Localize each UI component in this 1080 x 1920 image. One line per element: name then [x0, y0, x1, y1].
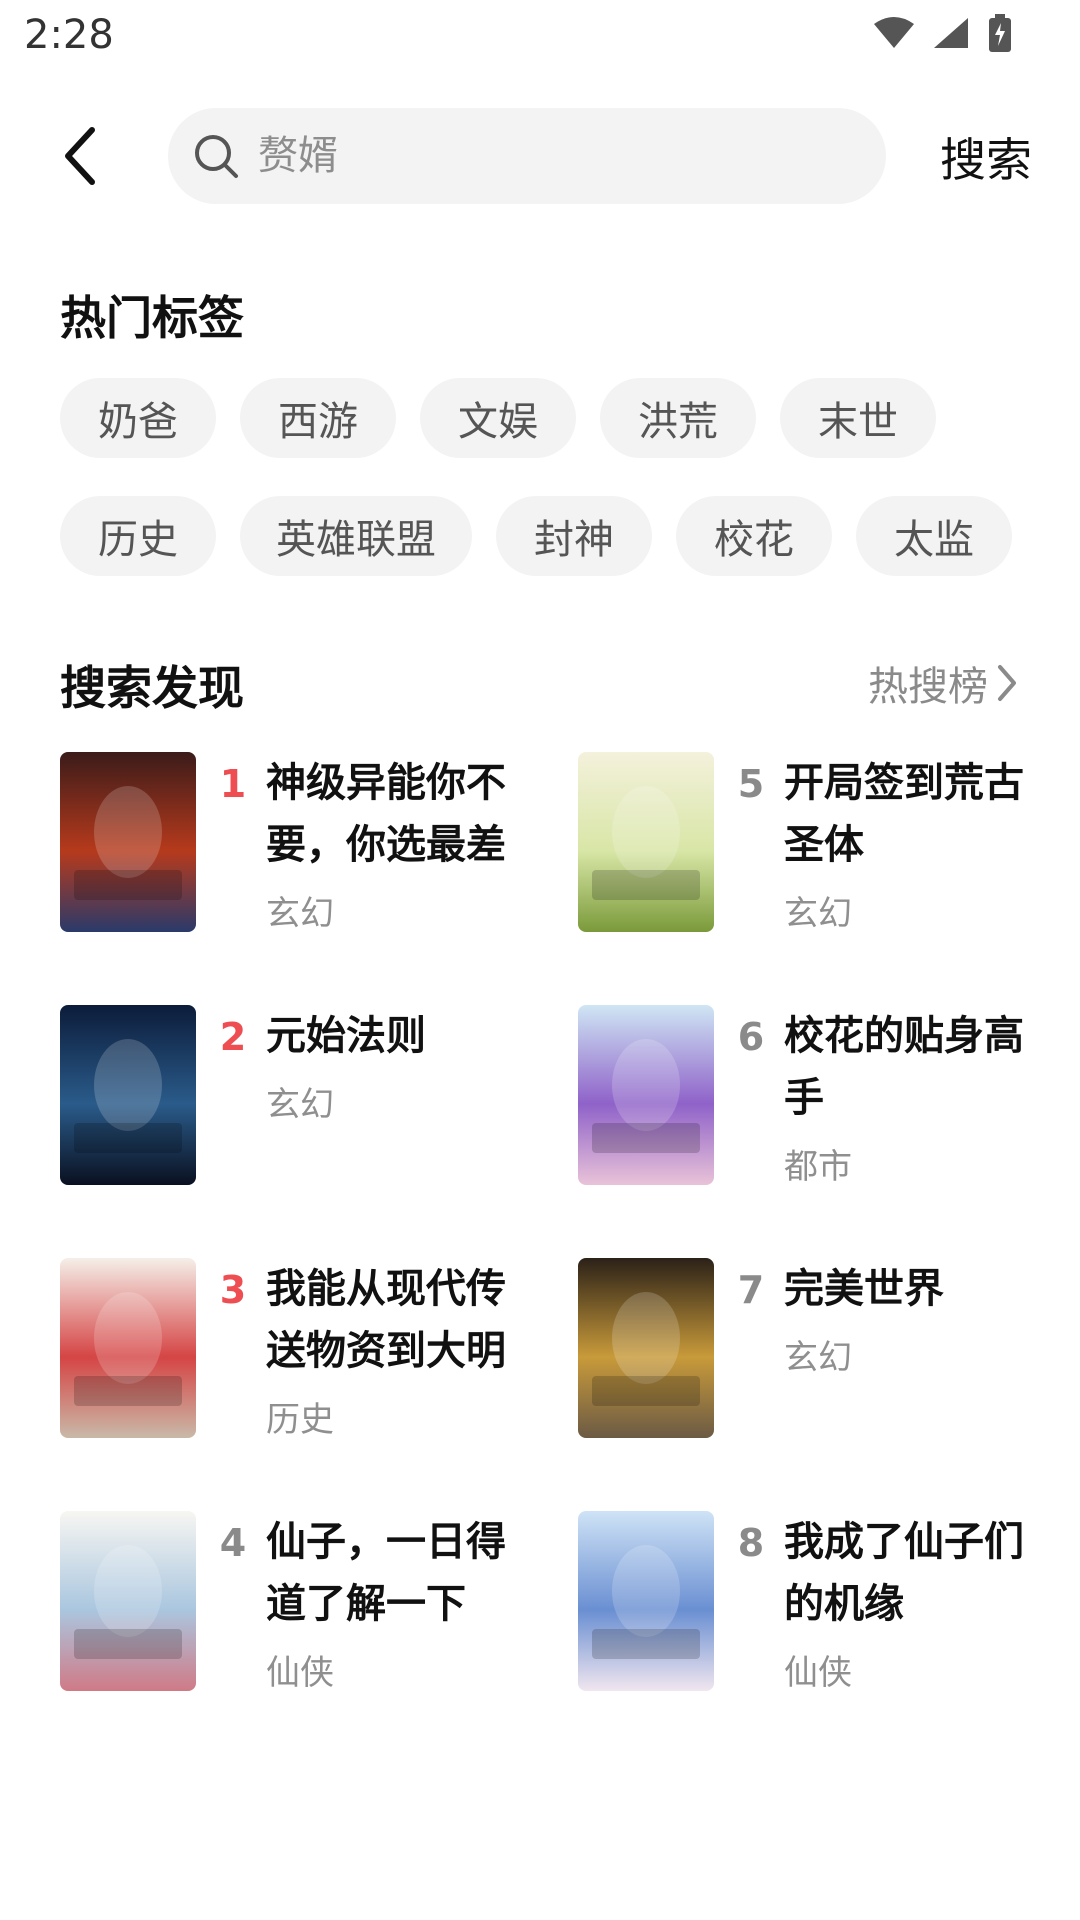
book-item[interactable]: 4 仙子，一日得道了解一下仙侠 — [60, 1511, 578, 1764]
book-title: 校花的贴身高手 — [784, 1013, 1024, 1121]
book-grid: 1 神级异能你不要，你选最差 玄幻 5 开局签到荒古圣体 玄幻 2 元始法则 玄幻 6 校花的贴身高… — [60, 752, 1050, 1764]
hot-tags-list: 奶爸 西游 文娱 洪荒 末世 历史 英雄联盟 封神 校花 太监 — [60, 378, 1050, 576]
book-cover — [60, 1005, 196, 1185]
discover-title: 搜索发现 — [60, 661, 244, 715]
book-genre: 玄幻 — [266, 894, 334, 934]
tag-chip[interactable]: 末世 — [780, 378, 936, 458]
book-cover — [578, 752, 714, 932]
book-title: 我能从现代传送物资到大明 — [266, 1266, 506, 1374]
book-rank: 4 — [219, 1521, 247, 1565]
book-info: 完美世界 玄幻 — [784, 1258, 1050, 1379]
book-item[interactable]: 5 开局签到荒古圣体玄幻 — [578, 752, 1050, 1005]
tag-chip[interactable]: 太监 — [856, 496, 1012, 576]
book-cover — [60, 752, 196, 932]
book-info: 我成了仙子们的机缘仙侠 — [784, 1511, 1050, 1694]
chevron-left-icon — [65, 127, 95, 185]
search-input[interactable] — [258, 133, 858, 179]
book-item[interactable]: 6 校花的贴身高手都市 — [578, 1005, 1050, 1258]
battery-icon — [989, 14, 1011, 52]
book-info: 开局签到荒古圣体玄幻 — [784, 752, 1050, 935]
back-button[interactable] — [48, 120, 112, 192]
book-genre: 玄幻 — [784, 894, 852, 934]
book-info: 神级异能你不要，你选最差玄幻 — [266, 752, 532, 935]
book-title: 完美世界 — [784, 1266, 944, 1312]
search-button[interactable]: 搜索 — [940, 124, 1032, 190]
wifi-icon — [874, 17, 914, 48]
book-title: 开局签到荒古圣体 — [784, 760, 1024, 868]
status-time: 2:28 — [24, 12, 114, 58]
tag-chip[interactable]: 奶爸 — [60, 378, 216, 458]
book-genre: 仙侠 — [784, 1653, 852, 1693]
status-bar: 2:28 — [0, 0, 1080, 72]
book-title: 仙子，一日得道了解一下 — [266, 1519, 506, 1627]
status-icons — [874, 14, 1012, 52]
tag-chip[interactable]: 英雄联盟 — [240, 496, 472, 576]
book-info: 元始法则 玄幻 — [266, 1005, 532, 1126]
tag-chip[interactable]: 洪荒 — [600, 378, 756, 458]
book-info: 我能从现代传送物资到大明历史 — [266, 1258, 532, 1441]
book-item[interactable]: 8 我成了仙子们的机缘仙侠 — [578, 1511, 1050, 1764]
book-item[interactable]: 2 元始法则玄幻 — [60, 1005, 578, 1258]
book-cover — [60, 1258, 196, 1438]
search-page: 2:28 搜索 热门标签 奶爸 西 — [0, 0, 1080, 1920]
book-rank: 1 — [219, 762, 247, 806]
book-rank: 5 — [737, 762, 765, 806]
book-rank: 8 — [737, 1521, 765, 1565]
hot-tags-title: 热门标签 — [60, 291, 244, 345]
chevron-right-icon — [998, 665, 1016, 701]
book-info: 校花的贴身高手 都市 — [784, 1005, 1050, 1188]
book-genre: 玄幻 — [266, 1085, 334, 1125]
tag-chip[interactable]: 封神 — [496, 496, 652, 576]
book-cover — [60, 1511, 196, 1691]
book-cover — [578, 1005, 714, 1185]
book-rank: 7 — [737, 1268, 765, 1312]
hot-search-link[interactable]: 热搜榜 — [868, 654, 1020, 712]
book-item[interactable]: 3 我能从现代传送物资到大明历史 — [60, 1258, 578, 1511]
tag-chip[interactable]: 文娱 — [420, 378, 576, 458]
book-genre: 历史 — [266, 1400, 334, 1440]
tag-chip[interactable]: 西游 — [240, 378, 396, 458]
book-item[interactable]: 1 神级异能你不要，你选最差玄幻 — [60, 752, 578, 1005]
book-genre: 仙侠 — [266, 1653, 334, 1693]
book-rank: 3 — [219, 1268, 247, 1312]
signal-icon — [934, 18, 968, 48]
hot-search-label: 热搜榜 — [868, 664, 988, 710]
book-title: 我成了仙子们的机缘 — [784, 1519, 1024, 1627]
book-cover — [578, 1511, 714, 1691]
search-box[interactable] — [168, 108, 886, 204]
book-rank: 6 — [737, 1015, 765, 1059]
search-icon — [195, 135, 238, 178]
book-genre: 玄幻 — [784, 1338, 852, 1378]
tag-chip[interactable]: 历史 — [60, 496, 216, 576]
book-genre: 都市 — [784, 1147, 852, 1187]
book-title: 神级异能你不要，你选最差 — [266, 760, 506, 868]
book-title: 元始法则 — [266, 1013, 426, 1059]
book-rank: 2 — [219, 1015, 247, 1059]
book-info: 仙子，一日得道了解一下仙侠 — [266, 1511, 532, 1694]
book-item[interactable]: 7 完美世界玄幻 — [578, 1258, 1050, 1511]
book-cover — [578, 1258, 714, 1438]
tag-chip[interactable]: 校花 — [676, 496, 832, 576]
